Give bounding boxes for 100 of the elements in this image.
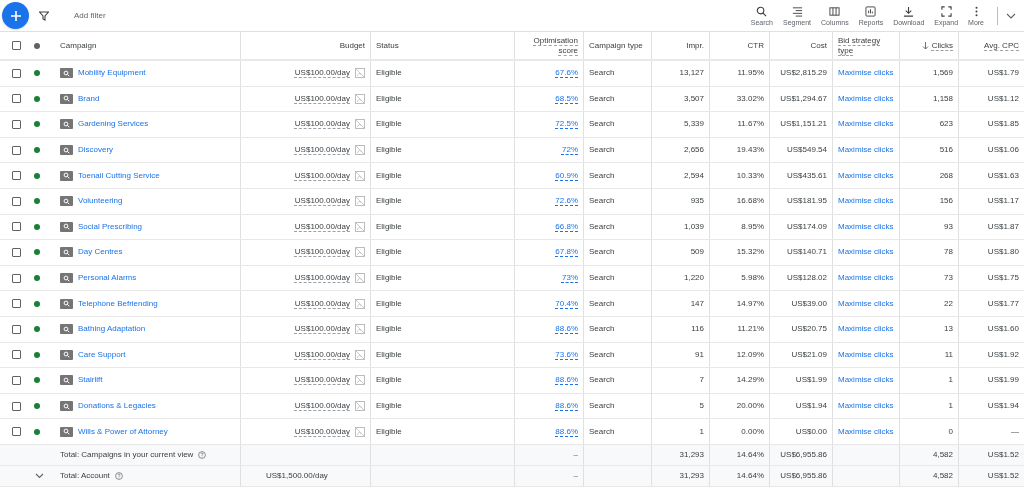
bid-strategy-link[interactable]: Maximise clicks [838, 118, 894, 131]
table-cell: – [573, 469, 578, 482]
budget-link[interactable]: US$100.00/day [294, 195, 350, 208]
column-header[interactable]: Status [376, 40, 399, 51]
column-header[interactable]: Bid strategy type [838, 35, 894, 56]
column-header[interactable]: CTR [747, 40, 764, 51]
optimisation-score-link[interactable]: 67.6% [555, 67, 578, 80]
optimisation-score-link[interactable]: 72.6% [555, 195, 578, 208]
checkbox[interactable] [12, 350, 21, 360]
bid-strategy-link[interactable]: Maximise clicks [838, 374, 894, 387]
campaign-link[interactable]: Telephone Befriending [78, 297, 158, 310]
bid-strategy-link[interactable]: Maximise clicks [838, 425, 894, 438]
checkbox[interactable] [12, 145, 21, 155]
optimisation-score-link[interactable]: 67.8% [555, 246, 578, 259]
bid-strategy-link[interactable]: Maximise clicks [838, 323, 894, 336]
checkbox[interactable] [12, 299, 21, 309]
column-header[interactable]: Impr. [686, 40, 704, 51]
budget-link[interactable]: US$100.00/day [294, 92, 350, 105]
column-header[interactable]: Cost [810, 40, 827, 51]
add-button[interactable] [2, 2, 29, 29]
campaign-link[interactable]: Personal Alarms [78, 272, 137, 285]
chevron-down-icon[interactable] [1006, 12, 1016, 19]
checkbox[interactable] [12, 273, 21, 283]
column-header[interactable]: Clicks [931, 40, 953, 51]
budget-link[interactable]: US$100.00/day [294, 297, 350, 310]
campaign-link[interactable]: Gardening Services [78, 118, 149, 131]
checkbox[interactable] [12, 401, 21, 411]
campaign-link[interactable]: Mobility Equipment [78, 67, 146, 80]
bid-strategy-link[interactable]: Maximise clicks [838, 195, 894, 208]
checkbox[interactable] [12, 427, 21, 437]
checkbox[interactable] [12, 247, 21, 257]
optimisation-score-link[interactable]: 73% [562, 272, 578, 285]
optimisation-score-link[interactable]: 88.6% [555, 400, 578, 412]
optimisation-score-link[interactable]: 68.5% [555, 92, 578, 105]
optimisation-score-link[interactable]: 88.6% [555, 425, 578, 438]
checkbox[interactable] [12, 94, 21, 104]
bid-strategy-link[interactable]: Maximise clicks [838, 297, 894, 310]
bid-strategy-link[interactable]: Maximise clicks [838, 67, 894, 80]
optimisation-score-link[interactable]: 88.6% [555, 374, 578, 387]
filter-icon[interactable] [39, 10, 49, 21]
checkbox[interactable] [12, 196, 21, 206]
optimisation-score-link[interactable]: 72.5% [555, 118, 578, 131]
campaign-link[interactable]: Care Support [78, 348, 126, 361]
checkbox[interactable] [12, 171, 21, 181]
checkbox[interactable] [12, 324, 21, 334]
bid-strategy-link[interactable]: Maximise clicks [838, 144, 894, 157]
optimisation-score-link[interactable]: 66.8% [555, 220, 578, 233]
checkbox[interactable] [12, 222, 21, 232]
budget-link[interactable]: US$100.00/day [294, 118, 350, 131]
budget-link[interactable]: US$100.00/day [294, 425, 350, 438]
optimisation-score-link[interactable]: 60.9% [555, 169, 578, 182]
column-header[interactable]: Campaign type [589, 40, 643, 51]
campaign-link[interactable]: Bathing Adaptation [78, 323, 146, 336]
bid-strategy-link[interactable]: Maximise clicks [838, 220, 894, 233]
bid-strategy-link[interactable]: Maximise clicks [838, 92, 894, 105]
campaign-link[interactable]: Day Centres [78, 246, 123, 259]
campaign-link[interactable]: Discovery [78, 144, 114, 157]
campaign-link[interactable]: Stairlift [78, 374, 103, 387]
optimisation-score-link[interactable]: 70.4% [555, 297, 578, 310]
bid-strategy-link[interactable]: Maximise clicks [838, 246, 894, 259]
column-header[interactable]: Avg. CPC [984, 40, 1019, 51]
campaign-link[interactable]: Donations & Legacies [78, 400, 156, 412]
column-header[interactable]: Campaign [60, 40, 97, 51]
table-cell: 10.33% [736, 169, 764, 182]
budget-link[interactable]: US$100.00/day [294, 272, 350, 285]
table-cell: US$181.95 [786, 195, 827, 208]
bid-strategy-link[interactable]: Maximise clicks [838, 169, 894, 182]
budget-link[interactable]: US$100.00/day [294, 144, 350, 157]
bid-strategy-link[interactable]: Maximise clicks [838, 348, 894, 361]
budget-link[interactable]: US$100.00/day [294, 348, 350, 361]
table-cell: US$6,955.86 [780, 469, 827, 482]
table-cell: 0.00% [741, 425, 764, 438]
checkbox[interactable] [12, 375, 21, 385]
add-filter-button[interactable]: Add filter [74, 9, 106, 22]
status-text: Eligible [376, 220, 402, 233]
campaign-link[interactable]: Wills & Power of Attorney [78, 425, 168, 438]
checkbox[interactable] [12, 68, 21, 78]
budget-link[interactable]: US$100.00/day [294, 169, 350, 182]
checkbox[interactable] [12, 120, 21, 129]
campaign-link[interactable]: Social Prescribing [78, 220, 143, 233]
table-cell: 78 [944, 246, 953, 259]
column-header[interactable]: Budget [339, 40, 365, 51]
bid-strategy-link[interactable]: Maximise clicks [838, 400, 894, 412]
bid-strategy-link[interactable]: Maximise clicks [838, 272, 894, 285]
campaign-link[interactable]: Volunteering [78, 195, 123, 208]
campaign-link[interactable]: Toenail Cutting Service [78, 169, 160, 182]
budget-link[interactable]: US$100.00/day [294, 246, 350, 259]
budget-link[interactable]: US$100.00/day [294, 400, 350, 412]
budget-link[interactable]: US$100.00/day [294, 220, 350, 233]
checkbox[interactable] [12, 41, 21, 50]
search-campaign-icon [60, 349, 73, 360]
budget-link[interactable]: US$100.00/day [294, 67, 350, 80]
optimisation-score-link[interactable]: 72% [562, 144, 578, 157]
campaign-link[interactable]: Brand [78, 92, 100, 105]
column-header[interactable]: Optimisation score [520, 35, 578, 56]
optimisation-score-link[interactable]: 88.6% [555, 323, 578, 336]
budget-link[interactable]: US$100.00/day [294, 323, 350, 336]
optimisation-score-link[interactable]: 73.6% [555, 348, 578, 361]
chevron-down-icon[interactable] [35, 472, 44, 479]
budget-link[interactable]: US$100.00/day [294, 374, 350, 387]
